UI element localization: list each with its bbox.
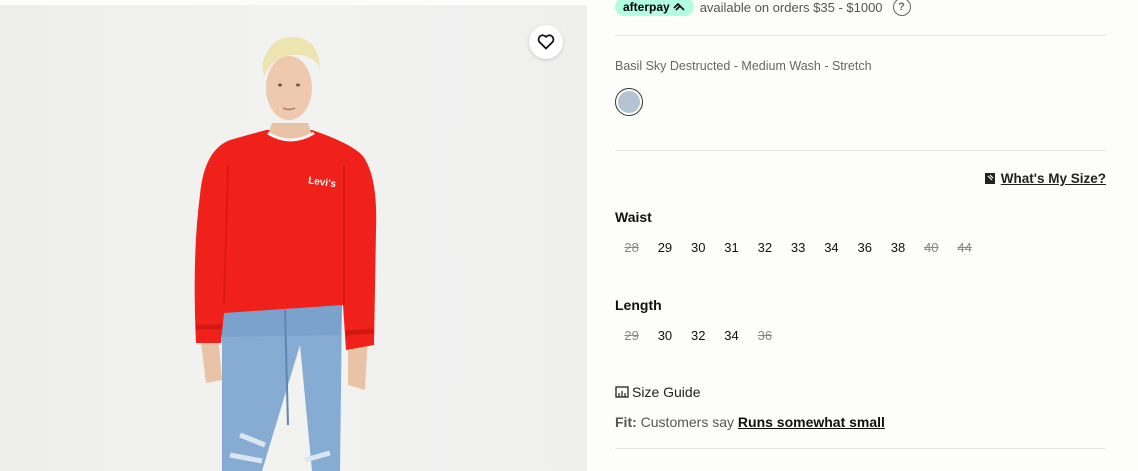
favorite-button[interactable] — [529, 25, 563, 59]
length-size-option[interactable]: 29 — [615, 326, 648, 346]
afterpay-badge: afterpay — [615, 0, 694, 16]
waist-size-option[interactable]: 28 — [615, 238, 648, 258]
model-illustration: Levi's — [194, 36, 377, 471]
length-size-option[interactable]: 32 — [682, 326, 715, 346]
divider — [615, 35, 1106, 36]
waist-size-option[interactable]: 36 — [848, 238, 881, 258]
size-guide-label: Size Guide — [632, 384, 701, 400]
waist-size-option[interactable]: 30 — [682, 238, 715, 258]
size-tag-icon — [984, 173, 995, 184]
afterpay-row: afterpay available on orders $35 - $1000… — [615, 0, 911, 16]
waist-size-option[interactable]: 31 — [715, 238, 748, 258]
waist-size-option[interactable]: 44 — [948, 238, 981, 258]
heart-icon — [537, 34, 555, 50]
waist-size-option[interactable]: 34 — [815, 238, 848, 258]
length-size-option[interactable]: 36 — [748, 326, 781, 346]
ruler-icon — [615, 386, 629, 398]
color-swatch[interactable] — [615, 88, 643, 116]
waist-size-options: 28 29 30 31 32 33 34 36 38 40 44 — [615, 238, 981, 258]
whats-my-size-link[interactable]: What's My Size? — [984, 171, 1106, 186]
fit-prefix: Customers say — [640, 414, 735, 430]
fit-info: Fit: Customers say Runs somewhat small — [615, 414, 885, 430]
length-size-option[interactable]: 34 — [715, 326, 748, 346]
product-image[interactable]: Levi's — [0, 5, 587, 471]
size-guide-link[interactable]: Size Guide — [615, 384, 700, 400]
length-size-option[interactable]: 30 — [648, 326, 681, 346]
waist-size-option[interactable]: 38 — [881, 238, 914, 258]
whats-my-size-label: What's My Size? — [1000, 171, 1106, 186]
waist-size-option[interactable]: 29 — [648, 238, 681, 258]
waist-size-option[interactable]: 32 — [748, 238, 781, 258]
waist-title: Waist — [615, 209, 652, 225]
afterpay-brand: afterpay — [623, 0, 670, 14]
length-size-options: 29 30 32 34 36 — [615, 326, 781, 346]
waist-size-option[interactable]: 40 — [915, 238, 948, 258]
fit-value-link[interactable]: Runs somewhat small — [738, 414, 885, 430]
afterpay-arrows-icon — [673, 2, 685, 11]
color-name: Basil Sky Destructed - Medium Wash - Str… — [615, 59, 872, 73]
help-icon[interactable]: ? — [892, 0, 911, 16]
fit-label: Fit: — [615, 414, 637, 430]
waist-size-option[interactable]: 33 — [781, 238, 814, 258]
divider — [615, 150, 1106, 151]
swatch-fill — [618, 91, 640, 113]
length-title: Length — [615, 297, 662, 313]
divider — [615, 448, 1106, 449]
afterpay-text: available on orders $35 - $1000 — [699, 0, 883, 15]
